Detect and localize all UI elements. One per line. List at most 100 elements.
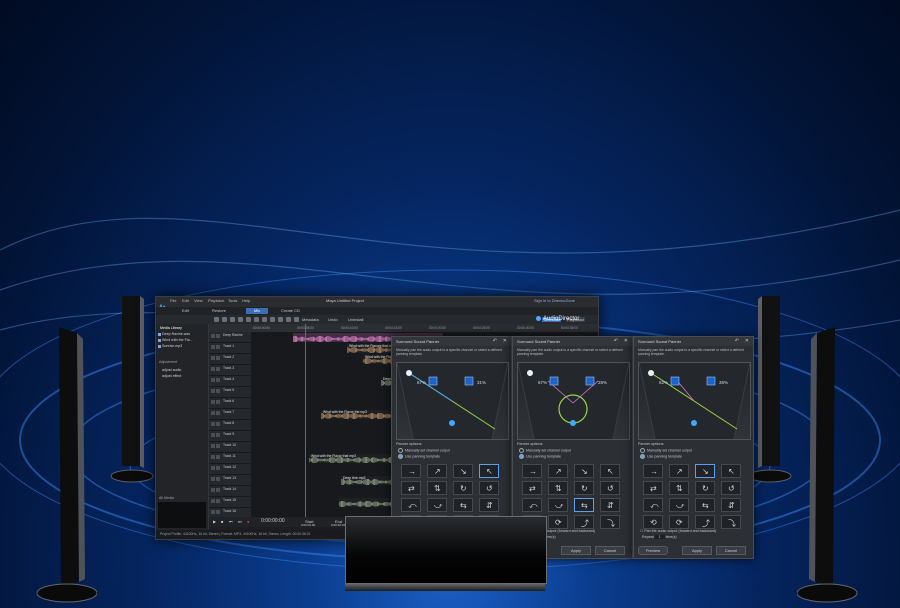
track-header[interactable]: Track 8 [209,420,251,431]
panning-template-option[interactable]: ⤵ [721,515,741,529]
mute-icon[interactable] [211,510,215,514]
mute-icon[interactable] [211,389,215,393]
tool-icon[interactable] [278,317,283,322]
tool-icon[interactable] [222,317,227,322]
radio-manual[interactable]: Manually set channel output [398,448,450,453]
track-header[interactable]: Track 5 [209,387,251,398]
tab-restore[interactable]: Restore [212,308,226,313]
track-header[interactable]: Track 6 [209,398,251,409]
panning-template-option[interactable]: ⤻ [427,498,447,512]
mute-icon[interactable] [211,411,215,415]
panning-template-option[interactable]: ⇅ [669,481,689,495]
panning-template-option[interactable]: ↘ [574,464,594,478]
panning-template-option[interactable]: ↗ [669,464,689,478]
panning-template-option[interactable]: ↘ [453,464,473,478]
track-header[interactable]: Track 15 [209,497,251,508]
menu-playback[interactable]: Playback [208,298,224,303]
track-header[interactable]: Track 2 [209,354,251,365]
radio-manual[interactable]: Manually set channel output [519,448,571,453]
record-icon[interactable]: ● [247,519,249,524]
panning-template-option[interactable]: ⤺ [401,498,421,512]
solo-icon[interactable] [216,411,220,415]
panning-template-option[interactable]: ↻ [695,481,715,495]
panning-template-option[interactable]: → [401,464,421,478]
radio-template[interactable]: Use panning template [398,454,440,459]
panning-template-option[interactable]: ↺ [721,481,741,495]
library-item[interactable]: Deep Ravine.wav [162,332,190,336]
panning-template-option[interactable]: ↖ [721,464,741,478]
mute-icon[interactable] [211,345,215,349]
library-item[interactable]: Sunrise.mp3 [162,344,182,348]
track-header[interactable]: Track 13 [209,475,251,486]
tool-icon[interactable] [270,317,275,322]
panning-template-option[interactable]: ↖ [479,464,499,478]
uninstall-button[interactable]: Uninstall [348,317,363,322]
next-icon[interactable]: ⏭ [238,519,242,524]
tab-mix[interactable]: Mix [246,308,268,314]
solo-icon[interactable] [216,444,220,448]
surround-field[interactable]: 67% 31% [396,362,509,440]
playhead-line[interactable] [305,324,306,517]
panning-template-option[interactable]: ⇅ [548,481,568,495]
mute-icon[interactable] [211,477,215,481]
tab-edit[interactable]: Edit [182,308,189,313]
panning-template-option[interactable]: → [522,464,542,478]
menu-edit[interactable]: Edit [182,298,189,303]
solo-icon[interactable] [216,334,220,338]
solo-icon[interactable] [216,367,220,371]
tool-icon[interactable] [286,317,291,322]
panning-template-option[interactable]: ⤺ [522,498,542,512]
tool-icon[interactable] [214,317,219,322]
track-header[interactable]: Track 7 [209,409,251,420]
panning-template-option[interactable]: ⇅ [427,481,447,495]
panning-template-option[interactable]: ⤴ [574,515,594,529]
undo-icon[interactable]: ↶ [493,338,497,344]
preview-button[interactable]: Preview [638,546,668,555]
solo-icon[interactable] [216,466,220,470]
panning-template-option[interactable]: ⇆ [453,498,473,512]
mute-icon[interactable] [211,488,215,492]
radio-template[interactable]: Use panning template [519,454,561,459]
cancel-button[interactable]: Cancel [595,546,625,555]
solo-icon[interactable] [216,477,220,481]
solo-icon[interactable] [216,433,220,437]
surround-field[interactable]: 62% 38% [638,362,751,440]
tool-icon[interactable] [230,317,235,322]
solo-icon[interactable] [216,455,220,459]
panning-template-option[interactable]: ↻ [574,481,594,495]
panning-template-option[interactable]: ⤻ [548,498,568,512]
panning-template-option[interactable]: ⤺ [643,498,663,512]
mute-icon[interactable] [211,367,215,371]
solo-icon[interactable] [216,422,220,426]
mute-icon[interactable] [211,334,215,338]
mute-icon[interactable] [211,466,215,470]
mute-icon[interactable] [211,444,215,448]
solo-icon[interactable] [216,389,220,393]
mute-icon[interactable] [211,422,215,426]
solo-icon[interactable] [216,378,220,382]
panning-template-option[interactable]: → [643,464,663,478]
track-header[interactable]: Track 9 [209,431,251,442]
tool-icon[interactable] [238,317,243,322]
panning-template-option[interactable]: ↗ [427,464,447,478]
panning-template-option[interactable]: ⇵ [721,498,741,512]
track-header[interactable]: Track 12 [209,464,251,475]
panning-template-option[interactable]: ⟲ [643,515,663,529]
end-value[interactable]: 0:00:36:01 [331,523,345,527]
menu-tools[interactable]: Tools [228,298,237,303]
panning-template-option[interactable]: ↘ [695,464,715,478]
undo-icon[interactable]: ↶ [735,338,739,344]
panning-template-option[interactable]: ⟳ [669,515,689,529]
cancel-button[interactable]: Cancel [716,546,746,555]
time-ruler[interactable]: 00:00:00:00 00:00:05:00 00:00:10:00 00:0… [209,324,598,332]
track-header[interactable]: Track 16 [209,508,251,517]
stop-icon[interactable]: ■ [221,519,223,524]
mute-icon[interactable] [211,400,215,404]
panning-template-option[interactable]: ↺ [479,481,499,495]
panning-template-option[interactable]: ⇵ [600,498,620,512]
close-icon[interactable]: ✕ [745,338,749,344]
tool-icon[interactable] [262,317,267,322]
surround-field[interactable]: 67% 28% [517,362,630,440]
panning-template-option[interactable]: ↗ [548,464,568,478]
apply-button[interactable]: Apply [561,546,591,555]
